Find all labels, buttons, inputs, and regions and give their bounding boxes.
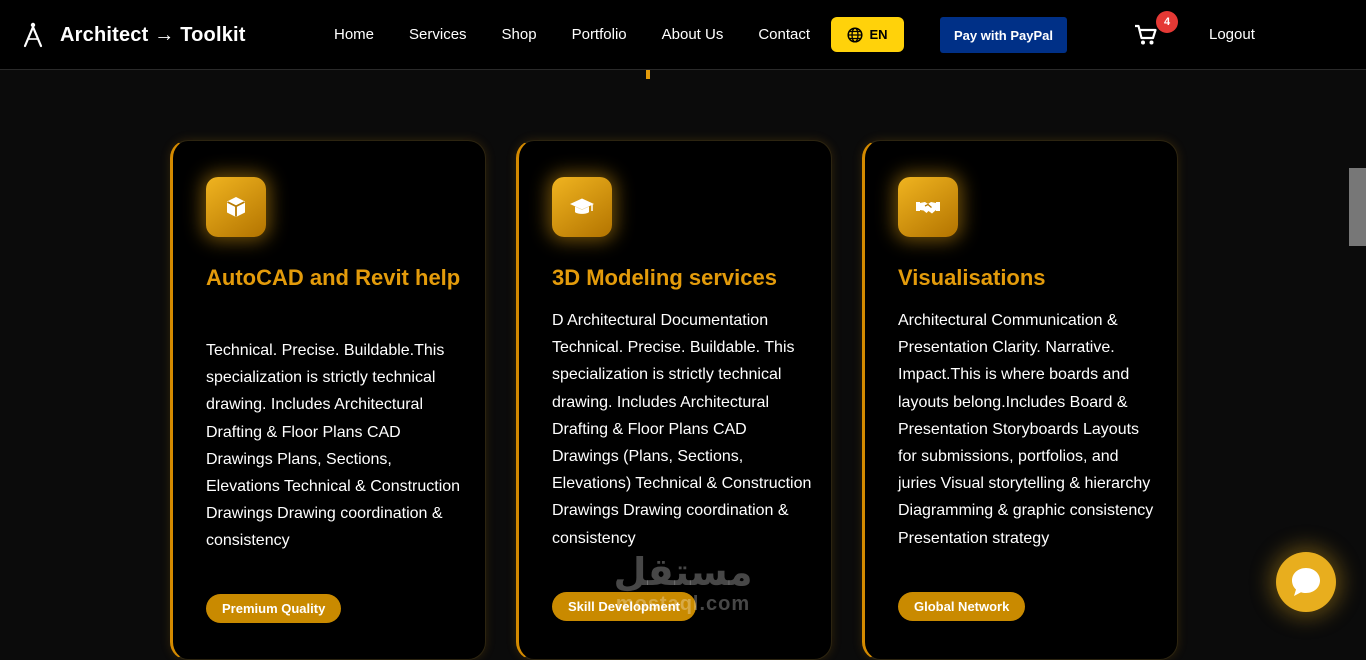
compass-logo-icon bbox=[23, 22, 43, 48]
globe-icon bbox=[847, 26, 864, 43]
language-label: EN bbox=[869, 27, 888, 42]
service-card-autocad: AutoCAD and Revit help Technical. Precis… bbox=[170, 140, 486, 660]
section-title-accent bbox=[646, 70, 650, 79]
shopping-cart-icon[interactable] bbox=[1134, 24, 1158, 46]
card-icon-box bbox=[552, 177, 612, 237]
card-icon-box bbox=[898, 177, 958, 237]
main-menu: Home Services Shop Portfolio About Us Co… bbox=[334, 26, 845, 43]
card-title: 3D Modeling services bbox=[552, 265, 777, 290]
card-badge: Global Network bbox=[898, 592, 1026, 621]
card-title: Visualisations bbox=[898, 265, 1046, 290]
nav-services-link[interactable]: Services bbox=[409, 26, 467, 43]
language-button[interactable]: EN bbox=[831, 17, 904, 52]
brand-name: Architect → Toolkit bbox=[60, 23, 246, 46]
handshake-icon bbox=[916, 202, 940, 214]
card-description: D Architectural Documentation Technical.… bbox=[552, 312, 812, 547]
nav-portfolio-link[interactable]: Portfolio bbox=[572, 26, 627, 43]
chat-bubble-icon bbox=[1292, 568, 1320, 596]
service-card-visualisations: Visualisations Architectural Communicati… bbox=[862, 140, 1178, 660]
card-title: AutoCAD and Revit help bbox=[206, 265, 461, 290]
brand[interactable]: Architect → Toolkit bbox=[22, 22, 246, 48]
service-card-3d-modeling: 3D Modeling services D Architectural Doc… bbox=[516, 140, 832, 660]
cart-count-badge: 4 bbox=[1156, 11, 1178, 33]
card-badge: Skill Development bbox=[552, 592, 696, 621]
cube-icon bbox=[227, 197, 245, 217]
logout-link[interactable]: Logout bbox=[1209, 26, 1255, 43]
card-icon-box bbox=[206, 177, 266, 237]
card-description: Architectural Communication & Presentati… bbox=[898, 312, 1154, 547]
page-scrollbar-track[interactable] bbox=[1349, 70, 1366, 642]
page-scrollbar-thumb[interactable] bbox=[1349, 168, 1366, 246]
nav-shop-link[interactable]: Shop bbox=[502, 26, 537, 43]
card-description: Technical. Precise. Buildable.This speci… bbox=[206, 342, 461, 550]
top-navbar: Architect → Toolkit Home Services Shop P… bbox=[0, 0, 1366, 70]
chat-button[interactable] bbox=[1276, 552, 1336, 612]
graduation-cap-icon bbox=[570, 198, 594, 214]
nav-contact-link[interactable]: Contact bbox=[758, 26, 810, 43]
card-badge: Premium Quality bbox=[206, 594, 342, 623]
nav-about-link[interactable]: About Us bbox=[662, 26, 724, 43]
nav-home-link[interactable]: Home bbox=[334, 26, 374, 43]
paypal-button[interactable]: Pay with PayPal bbox=[940, 17, 1067, 53]
